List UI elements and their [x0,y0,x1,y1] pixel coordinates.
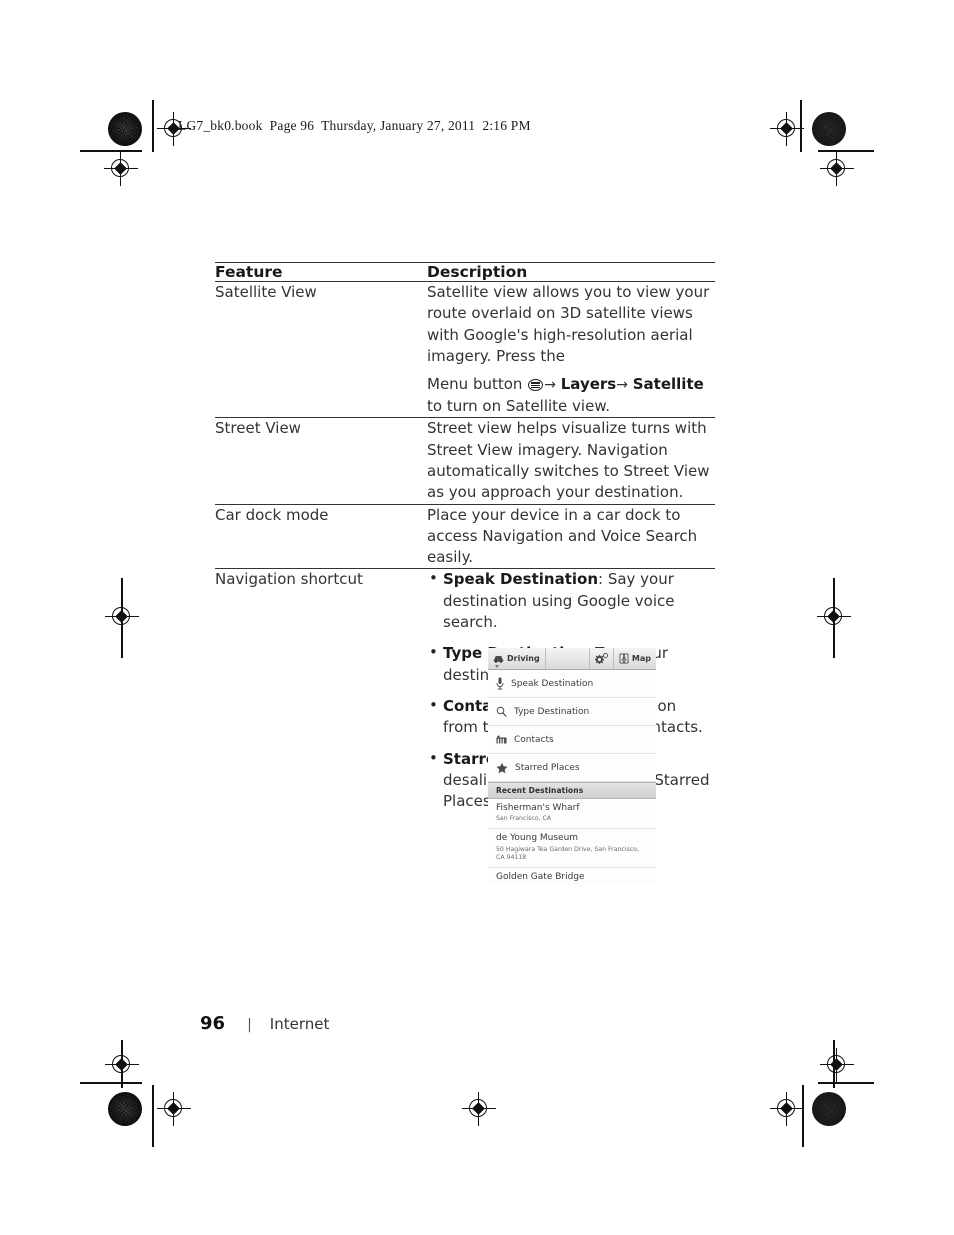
registration-mark-mid-right [817,600,851,634]
cell-feature-car-dock-mode: Car dock mode [215,504,427,570]
arrow-icon-2: → [616,377,628,394]
registration-mark-bottom-right-inner [770,1092,804,1126]
arrow-icon-1: → [544,377,556,394]
toolbar-map-label: Map [631,654,651,663]
chevron-down-icon [495,665,499,668]
menu-item-label: Speak Destination [511,678,594,689]
rosette-mark-bottom-right [812,1092,846,1126]
column-header-feature: Feature [215,262,427,282]
list-item[interactable]: Fisherman's Wharf San Francisco, CA [488,799,656,830]
bullet-term-speak-destination: Speak Destination [443,570,598,589]
menu-item-type-destination[interactable]: Type Destination [488,698,656,726]
running-header: LG7_bk0.book Page 96 Thursday, January 2… [178,118,531,133]
list-item[interactable]: de Young Museum 50 Hagiwara Tea Garden D… [488,829,656,868]
destination-address: 50 Hagiwara Tea Garden Drive, San Franci… [496,845,639,861]
toolbar-settings-button[interactable] [590,648,614,669]
menu-item-speak-destination[interactable]: Speak Destination [488,670,656,698]
page-footer: 96 | Internet [200,1013,329,1034]
menu-item-label: Contacts [514,734,554,745]
list-item: Speak Destination: Say your destination … [427,568,715,633]
layers-menu-label: Layers [560,375,617,394]
star-icon [496,762,508,773]
toolbar-map-button[interactable]: Map [614,648,656,669]
destination-address: San Francisco, CA [496,815,551,823]
cell-feature-navigation-shortcut: Navigation shortcut [215,570,363,589]
menu-button-label: Menu button [427,375,523,394]
registration-mark-top-right-outer [820,152,854,186]
table-header-row: Feature Description [215,262,715,282]
menu-item-label: Starred Places [515,762,580,773]
trim-line-top-right-vertical [800,100,802,152]
registration-mark-top-left-outer [104,152,138,186]
table-row: Satellite View Satellite view allows you… [215,281,715,419]
app-toolbar: Driving Map [488,648,656,670]
destination-name: de Young Museum [496,833,579,844]
registration-mark-bottom-center [462,1092,496,1126]
page-number: 96 [200,1013,226,1034]
gear-icon [594,653,608,664]
footer-section-label: Internet [269,1015,330,1033]
cell-description-street-view: Street view helps visualize turns with S… [427,417,715,505]
trim-line-bottom-right-vertical [833,1040,835,1088]
rosette-mark-top-left [108,112,142,146]
menu-item-label: Type Destination [514,706,590,717]
list-item[interactable]: Golden Gate Bridge [488,868,656,885]
contacts-icon [496,735,507,744]
footer-separator: | [247,1017,252,1033]
cell-feature-street-view: Street View [215,417,427,505]
cell-description-satellite-view: Satellite view allows you to view your r… [427,281,715,419]
column-header-description: Description [427,262,715,282]
registration-mark-mid-left [105,600,139,634]
microphone-icon [496,677,504,690]
cell-description-car-dock-mode: Place your device in a car dock to acces… [427,504,715,570]
registration-mark-bottom-right-outer [820,1048,854,1082]
search-icon [496,706,507,717]
map-book-icon [619,653,629,664]
satellite-menu-path: Menu button → Layers→ Satellite to turn … [427,374,715,417]
navigation-app-screenshot-figure: Driving Map Speak Destination Type Desti… [488,648,656,885]
trim-line-top-left-vertical [152,100,154,152]
menu-button-icon [528,379,544,392]
destination-name: Golden Gate Bridge [496,871,585,882]
toolbar-driving-label: Driving [507,654,540,663]
registration-mark-bottom-left-outer [105,1048,139,1082]
toolbar-driving-mode-button[interactable]: Driving [488,648,546,669]
trim-line-bottom-left-inner [152,1085,154,1147]
recent-destinations-section-header: Recent Destinations [488,782,656,799]
table-row: Street View Street view helps visualize … [215,417,715,505]
satellite-menu-suffix: to turn on Satellite view. [427,397,610,416]
registration-mark-bottom-left-inner [157,1092,191,1126]
rosette-mark-top-right [812,112,846,146]
registration-mark-top-right-inner [770,112,804,146]
rosette-mark-bottom-left [108,1092,142,1126]
toolbar-spacer [546,648,590,669]
menu-item-contacts[interactable]: Contacts [488,726,656,754]
car-icon [493,656,504,663]
table-row: Car dock mode Place your device in a car… [215,504,715,570]
trim-line-bottom-left-horizontal [80,1082,142,1084]
trim-line-bottom-right-horizontal [818,1082,874,1084]
menu-item-starred-places[interactable]: Starred Places [488,754,656,782]
satellite-menu-label: Satellite [632,375,704,394]
satellite-desc-paragraph: Satellite view allows you to view your r… [427,283,710,365]
destination-name: Fisherman's Wharf [496,803,580,813]
cell-feature-satellite-view: Satellite View [215,281,427,419]
